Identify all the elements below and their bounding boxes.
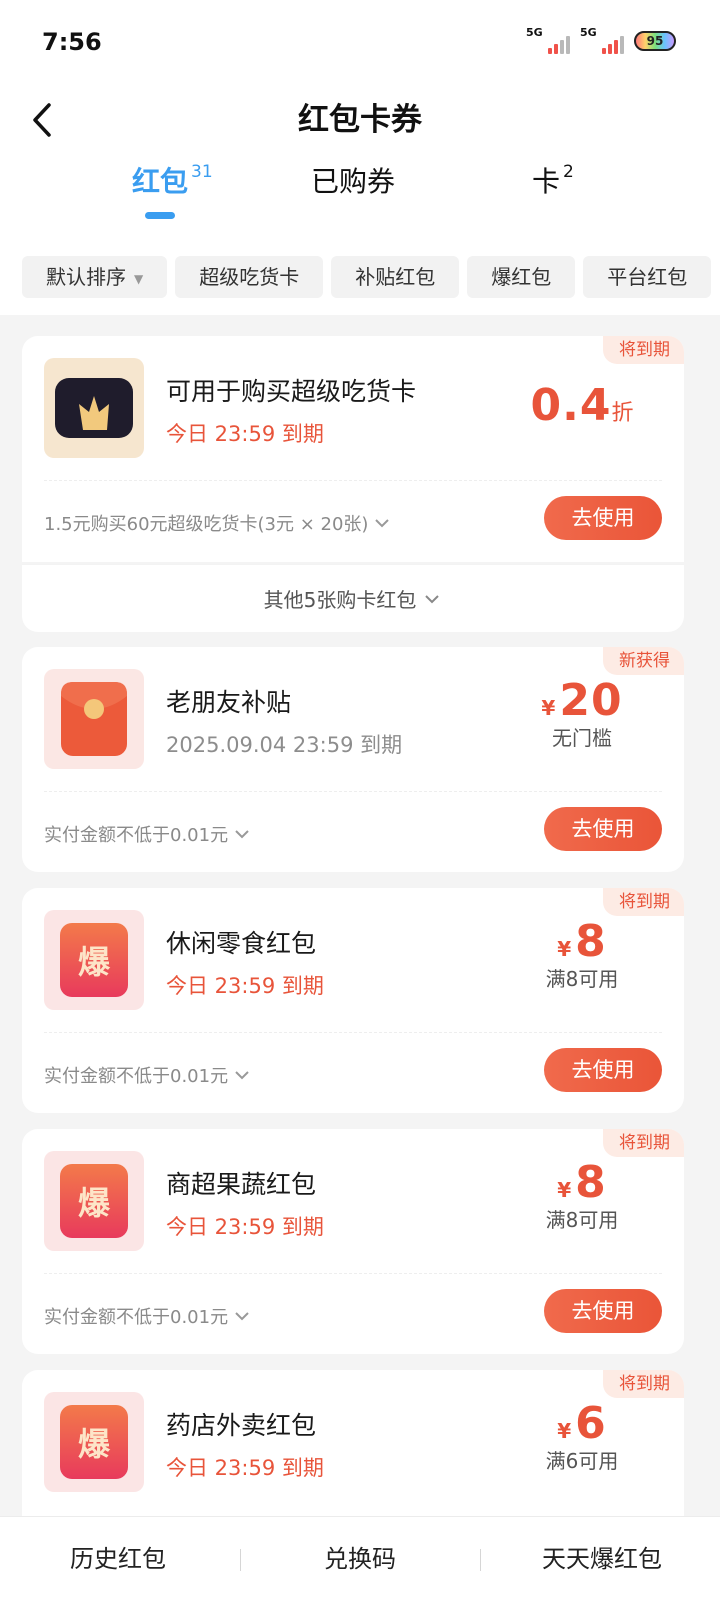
bao-icon: 爆 xyxy=(44,1151,144,1251)
red-envelope-icon xyxy=(44,669,144,769)
filter-row: 默认排序 ▼ 超级吃货卡 补贴红包 爆红包 平台红包 xyxy=(22,256,720,300)
card-rule[interactable]: 实付金额不低于0.01元 xyxy=(44,1062,252,1088)
status-indicators: 5G 5G 95 xyxy=(526,26,676,54)
status-badge: 新获得 xyxy=(603,647,684,675)
coupon-card[interactable]: 将到期 爆 商超果蔬红包 今日 23:59 到期 ¥8 满8可用 实付金额不低于… xyxy=(22,1129,684,1354)
coupon-card[interactable]: 将到期 爆 药店外卖红包 今日 23:59 到期 ¥6 满6可用 xyxy=(22,1370,684,1516)
tab-purchased-coupons[interactable]: 已购券 xyxy=(311,160,395,224)
chevron-down-icon xyxy=(235,1071,249,1080)
use-button[interactable]: 去使用 xyxy=(544,807,662,851)
card-amount: ¥6 满6可用 xyxy=(545,1398,619,1473)
divider xyxy=(44,1032,662,1033)
status-badge: 将到期 xyxy=(603,1370,684,1398)
card-expiry: 今日 23:59 到期 xyxy=(166,974,324,998)
card-expiry: 今日 23:59 到期 xyxy=(166,422,324,446)
caret-down-icon: ▼ xyxy=(134,271,144,286)
chevron-down-icon xyxy=(235,830,249,839)
tab-underline xyxy=(145,212,175,219)
status-badge: 将到期 xyxy=(603,888,684,916)
daily-bao-red-packet-link[interactable]: 天天爆红包 xyxy=(484,1517,720,1600)
bao-icon: 爆 xyxy=(44,910,144,1010)
divider xyxy=(44,480,662,481)
card-amount: 0.4折 xyxy=(530,380,634,431)
nav-bar: 红包卡券 xyxy=(0,90,720,154)
card-rule[interactable]: 1.5元购买60元超级吃货卡(3元 × 20张) xyxy=(44,510,392,536)
history-red-packets-link[interactable]: 历史红包 xyxy=(0,1517,236,1600)
battery-icon: 95 xyxy=(634,31,676,51)
divider xyxy=(44,1273,662,1274)
chevron-down-icon xyxy=(235,1312,249,1321)
card-rule[interactable]: 实付金额不低于0.01元 xyxy=(44,1303,252,1329)
status-bar: 7:56 5G 5G 95 xyxy=(0,0,720,90)
coupon-card[interactable]: 将到期 可用于购买超级吃货卡 今日 23:59 到期 0.4折 1.5元购买60… xyxy=(22,336,684,562)
divider xyxy=(44,791,662,792)
status-time: 7:56 xyxy=(42,28,102,56)
divider xyxy=(240,1549,241,1571)
card-rule[interactable]: 实付金额不低于0.01元 xyxy=(44,821,252,847)
tab-count: 31 xyxy=(191,162,213,182)
chevron-down-icon xyxy=(375,519,390,528)
bao-icon: 爆 xyxy=(44,1392,144,1492)
card-title: 休闲零食红包 xyxy=(166,929,317,958)
filter-chip[interactable]: 补贴红包 xyxy=(331,256,460,298)
card-expiry: 今日 23:59 到期 xyxy=(166,1215,324,1239)
coupon-card[interactable]: 将到期 爆 休闲零食红包 今日 23:59 到期 ¥8 满8可用 实付金额不低于… xyxy=(22,888,684,1113)
card-title: 药店外卖红包 xyxy=(166,1411,317,1440)
use-button[interactable]: 去使用 xyxy=(544,1048,662,1092)
bao-char: 爆 xyxy=(78,943,111,981)
filter-chip[interactable]: 爆红包 xyxy=(467,256,576,298)
tab-cards[interactable]: 卡2 xyxy=(532,160,574,224)
card-amount: ¥20 无门槛 xyxy=(541,675,623,750)
bottom-bar: 历史红包 兑换码 天天爆红包 xyxy=(0,1516,720,1600)
status-badge: 将到期 xyxy=(603,1129,684,1157)
page-title: 红包卡券 xyxy=(298,102,422,138)
crown-icon xyxy=(44,358,144,458)
use-button[interactable]: 去使用 xyxy=(544,1289,662,1333)
bao-char: 爆 xyxy=(78,1425,111,1463)
use-button[interactable]: 去使用 xyxy=(544,496,662,540)
tab-bar: 红包 31 已购券 卡2 xyxy=(0,160,720,224)
filter-chip[interactable]: 平台红包 xyxy=(583,256,712,298)
filter-sort[interactable]: 默认排序 ▼ xyxy=(22,256,168,298)
chevron-down-icon xyxy=(425,594,440,603)
bao-char: 爆 xyxy=(78,1184,111,1222)
signal-icon: 5G xyxy=(580,26,624,54)
card-title: 商超果蔬红包 xyxy=(166,1170,317,1199)
card-amount: ¥8 满8可用 xyxy=(545,916,619,991)
card-amount: ¥8 满8可用 xyxy=(545,1157,619,1232)
redeem-code-link[interactable]: 兑换码 xyxy=(244,1517,476,1600)
divider xyxy=(480,1549,481,1571)
card-title: 老朋友补贴 xyxy=(166,688,292,717)
card-expiry: 今日 23:59 到期 xyxy=(166,1456,324,1480)
card-title: 可用于购买超级吃货卡 xyxy=(166,377,417,406)
tab-count: 2 xyxy=(563,162,574,182)
signal-icon: 5G xyxy=(526,26,570,54)
coupon-card[interactable]: 新获得 老朋友补贴 2025.09.04 23:59 到期 ¥20 无门槛 实付… xyxy=(22,647,684,872)
expand-more-row[interactable]: 其他5张购卡红包 xyxy=(22,564,684,632)
card-expiry: 2025.09.04 23:59 到期 xyxy=(166,733,403,757)
filter-chip[interactable]: 超级吃货卡 xyxy=(175,256,324,298)
status-badge: 将到期 xyxy=(603,336,684,364)
